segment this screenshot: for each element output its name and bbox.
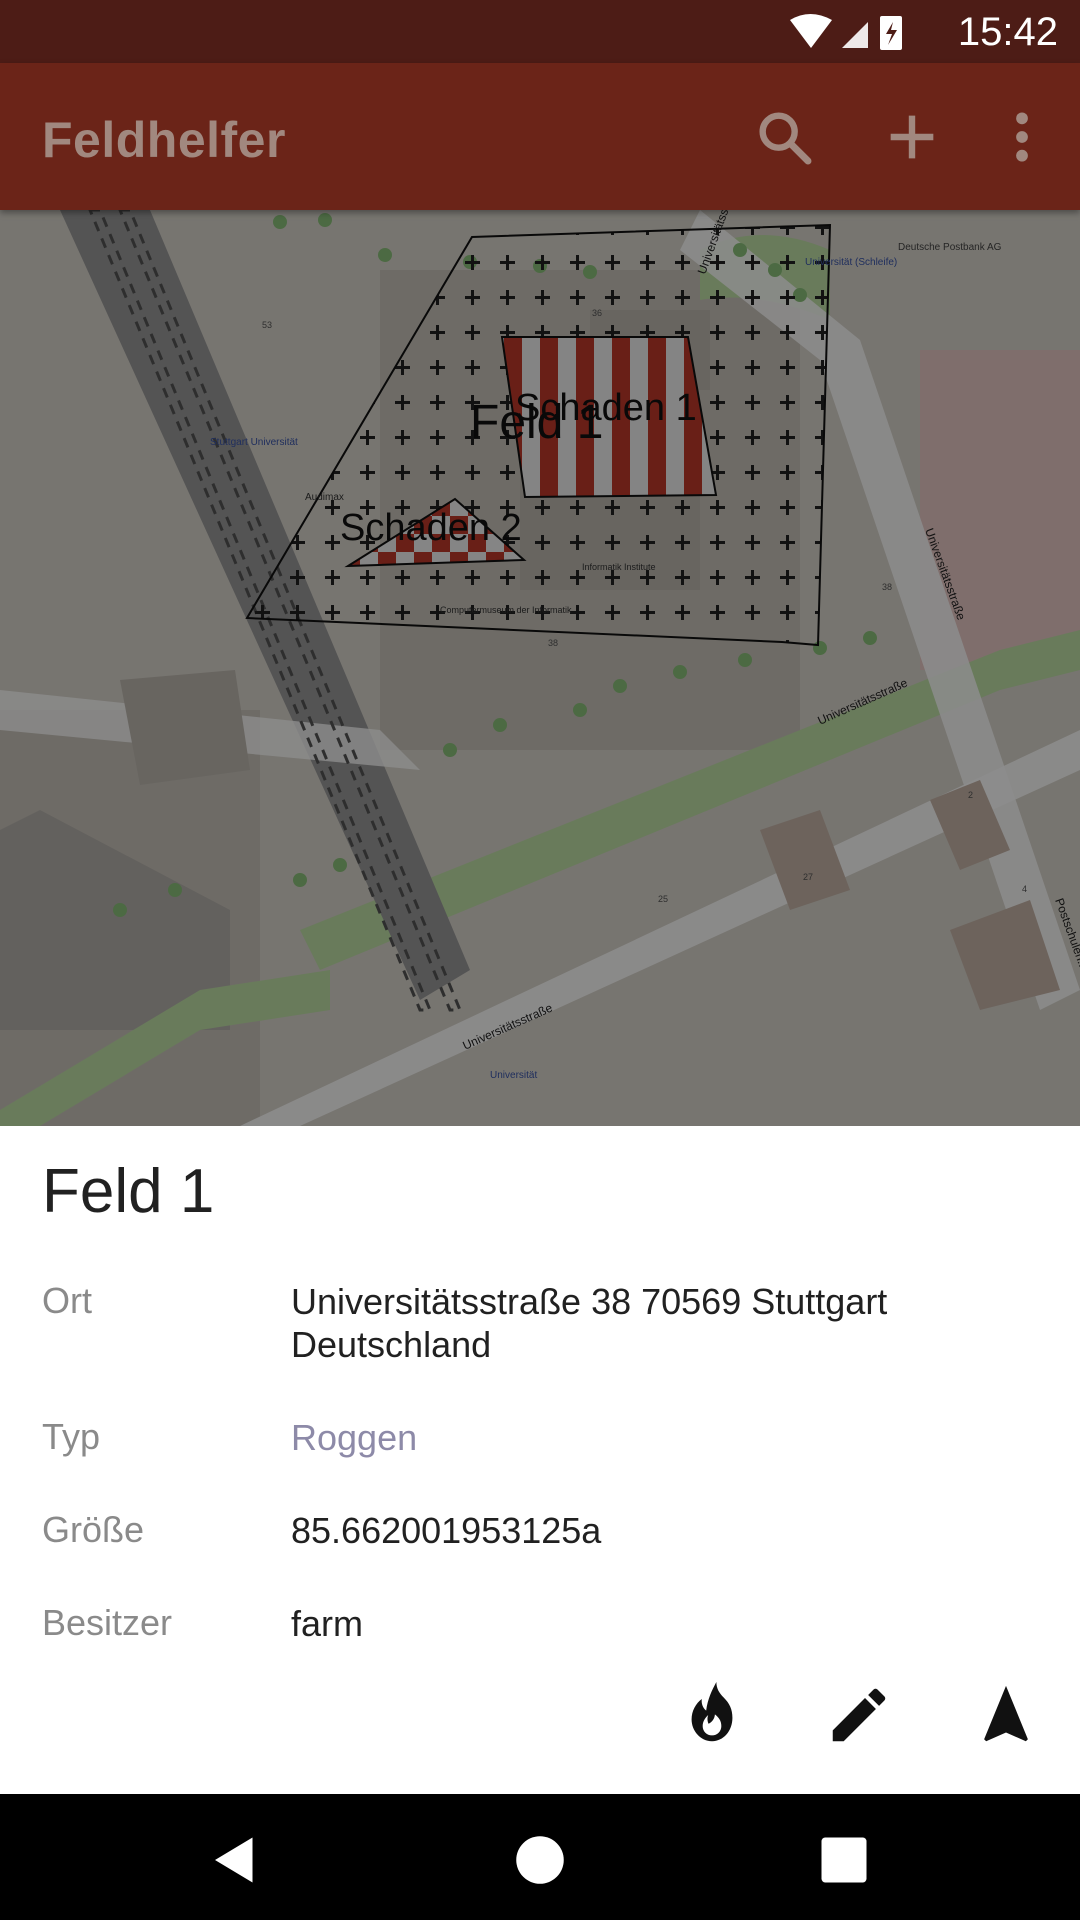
poi-label: Universität xyxy=(490,1070,537,1081)
ort-value: Universitätsstraße 38 70569 Stuttgart De… xyxy=(291,1281,888,1365)
poi-label: Informatik Institute xyxy=(582,562,656,572)
signal-icon xyxy=(842,22,868,48)
map-view[interactable]: Feld 1 Schaden 1 Schaden 2 Universitätss… xyxy=(0,210,1080,1126)
status-time: 15:42 xyxy=(957,10,1058,54)
home-icon[interactable] xyxy=(510,1830,570,1890)
house-number: 25 xyxy=(658,894,668,904)
app-bar: Feldhelfer xyxy=(0,63,1080,210)
map-canvas[interactable]: Feld 1 Schaden 1 Schaden 2 Universitätss… xyxy=(0,210,1080,1126)
search-icon[interactable] xyxy=(752,105,816,169)
wifi-icon xyxy=(790,14,832,48)
app-title: Feldhelfer xyxy=(42,112,286,168)
house-number: 36 xyxy=(592,308,602,318)
house-number: 53 xyxy=(262,320,272,330)
besitzer-label: Besitzer xyxy=(42,1602,173,1643)
damage-1-label: Schaden 1 xyxy=(515,387,697,429)
poi-label: Audimax xyxy=(305,492,344,503)
poi-label: Stuttgart Universität xyxy=(210,437,298,448)
back-icon[interactable] xyxy=(205,1830,265,1890)
add-icon[interactable] xyxy=(880,105,944,169)
status-bar: 15:42 xyxy=(0,0,1080,63)
groesse-label: Größe xyxy=(42,1509,145,1550)
edit-icon[interactable] xyxy=(824,1680,894,1750)
groesse-value: 85.662001953125a xyxy=(291,1510,602,1551)
poi-label: Deutsche Postbank AG xyxy=(898,242,1002,253)
navigate-icon[interactable] xyxy=(971,1680,1041,1750)
more-vert-icon[interactable] xyxy=(990,105,1054,169)
navigation-bar xyxy=(0,1794,1080,1920)
poi-label: Universität (Schleife) xyxy=(805,257,897,268)
house-number: 2 xyxy=(968,790,973,800)
typ-label: Typ xyxy=(42,1416,101,1457)
house-number: 38 xyxy=(548,638,558,648)
damage-2-label: Schaden 2 xyxy=(340,507,522,549)
typ-value[interactable]: Roggen xyxy=(291,1416,1011,1459)
besitzer-value: farm xyxy=(291,1603,363,1644)
house-number: 4 xyxy=(1022,884,1027,894)
poi-label: Computermuseum der Informatik xyxy=(440,605,572,615)
recents-icon[interactable] xyxy=(814,1830,874,1890)
status-icons xyxy=(790,14,902,50)
fire-icon[interactable] xyxy=(677,1680,747,1750)
house-number: 38 xyxy=(882,582,892,592)
detail-sheet: Feld 1 Ort Universitätsstraße 38 70569 S… xyxy=(0,1126,1080,1794)
house-number: 27 xyxy=(803,872,813,882)
ort-label: Ort xyxy=(42,1280,92,1321)
detail-title: Feld 1 xyxy=(42,1157,215,1226)
